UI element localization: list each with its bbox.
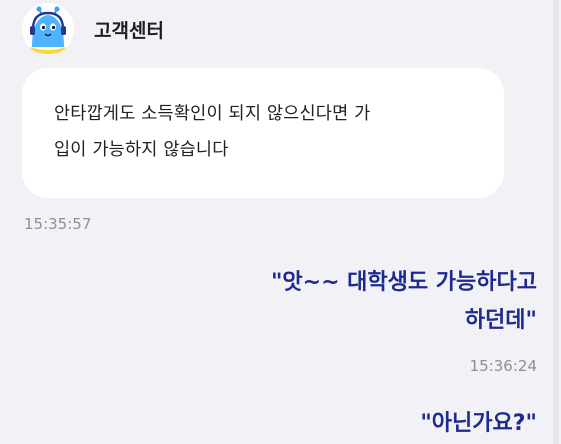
message-line: "아닌가요?"	[420, 411, 537, 436]
scrollbar[interactable]	[553, 0, 559, 444]
incoming-message-bubble: 안타깝게도 소득확인이 되지 않으신다면 가 입이 가능하지 않습니다	[22, 68, 504, 198]
outgoing-message: "앗~~ 대학생도 가능하다고 하던데"	[271, 264, 537, 340]
outgoing-message: "아닌가요?"	[420, 405, 537, 443]
message-timestamp: 15:36:24	[469, 357, 537, 375]
message-timestamp: 15:35:57	[24, 215, 92, 233]
message-line: 입이 가능하지 않습니다	[54, 140, 229, 160]
message-line: 안타깝게도 소득확인이 되지 않으신다면 가	[54, 104, 371, 124]
agent-name: 고객센터	[94, 19, 164, 42]
message-line: 하던데"	[464, 308, 537, 333]
message-line: "앗~~ 대학생도 가능하다고	[270, 270, 537, 295]
mascot-avatar-icon	[22, 3, 74, 55]
avatar[interactable]	[22, 3, 74, 55]
chat-header: 고객센터	[22, 2, 164, 56]
